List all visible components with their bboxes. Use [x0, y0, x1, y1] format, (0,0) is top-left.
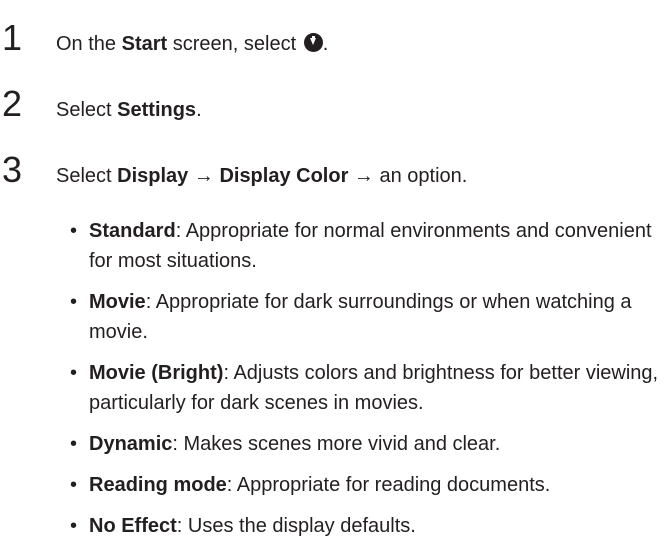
list-item: • No Effect: Uses the display defaults.: [70, 511, 668, 541]
bullet-icon: •: [70, 362, 78, 384]
option-name: Reading mode: [89, 474, 227, 496]
bullet-icon: •: [70, 515, 78, 537]
option-name: Movie (Bright): [89, 362, 224, 384]
option-name: No Effect: [89, 515, 177, 537]
step-number: 1: [2, 17, 23, 58]
option-description: : Uses the display defaults.: [176, 515, 416, 537]
step-text: Select Display → Display Color → an opti…: [56, 163, 467, 189]
list-item: • Movie: Appropriate for dark surrounding…: [70, 287, 668, 347]
step-text-suffix: .: [196, 99, 202, 121]
display-color-label: Display Color: [219, 165, 349, 187]
option-description: : Appropriate for dark surroundings or w…: [89, 291, 632, 343]
list-item: • Movie (Bright): Adjusts colors and brig…: [70, 358, 668, 418]
circle-down-arrow-icon: [303, 33, 323, 52]
arrow-separator: →: [188, 165, 220, 187]
step-text-prefix: Select: [56, 165, 118, 187]
start-screen-label: Start: [121, 33, 168, 55]
list-item: • Standard: Appropriate for normal enviro…: [70, 216, 668, 276]
option-name: Standard: [89, 220, 176, 242]
step-text-prefix: Select: [56, 99, 118, 121]
step-text: On the Start screen, select .: [56, 31, 328, 57]
list-item: • Dynamic: Makes scenes more vivid and cl…: [70, 429, 668, 459]
step-text-end: .: [322, 33, 329, 55]
bullet-icon: •: [70, 291, 78, 313]
step-number: 3: [2, 149, 23, 190]
step-text: Select Settings.: [56, 97, 202, 123]
display-label: Display: [117, 165, 189, 187]
option-description: : Appropriate for reading documents.: [226, 474, 551, 496]
bullet-icon: •: [70, 433, 78, 455]
bullet-icon: •: [70, 474, 78, 496]
option-name: Movie: [89, 291, 146, 313]
step-text-prefix: On the: [56, 33, 122, 55]
step-text-suffix: screen, select: [167, 33, 302, 55]
option-description: : Makes scenes more vivid and clear.: [172, 433, 501, 455]
step-2: 2 Select Settings.: [0, 86, 202, 123]
settings-label: Settings: [117, 99, 197, 121]
display-color-options-list: • Standard: Appropriate for normal enviro…: [70, 216, 668, 552]
step-number: 2: [2, 83, 23, 124]
step-text-suffix: → an option.: [348, 165, 468, 187]
bullet-icon: •: [70, 220, 78, 242]
step-1: 1 On the Start screen, select .: [0, 20, 328, 57]
option-name: Dynamic: [89, 433, 173, 455]
step-3: 3 Select Display → Display Color → an op…: [0, 152, 467, 189]
list-item: • Reading mode: Appropriate for reading d…: [70, 470, 668, 500]
